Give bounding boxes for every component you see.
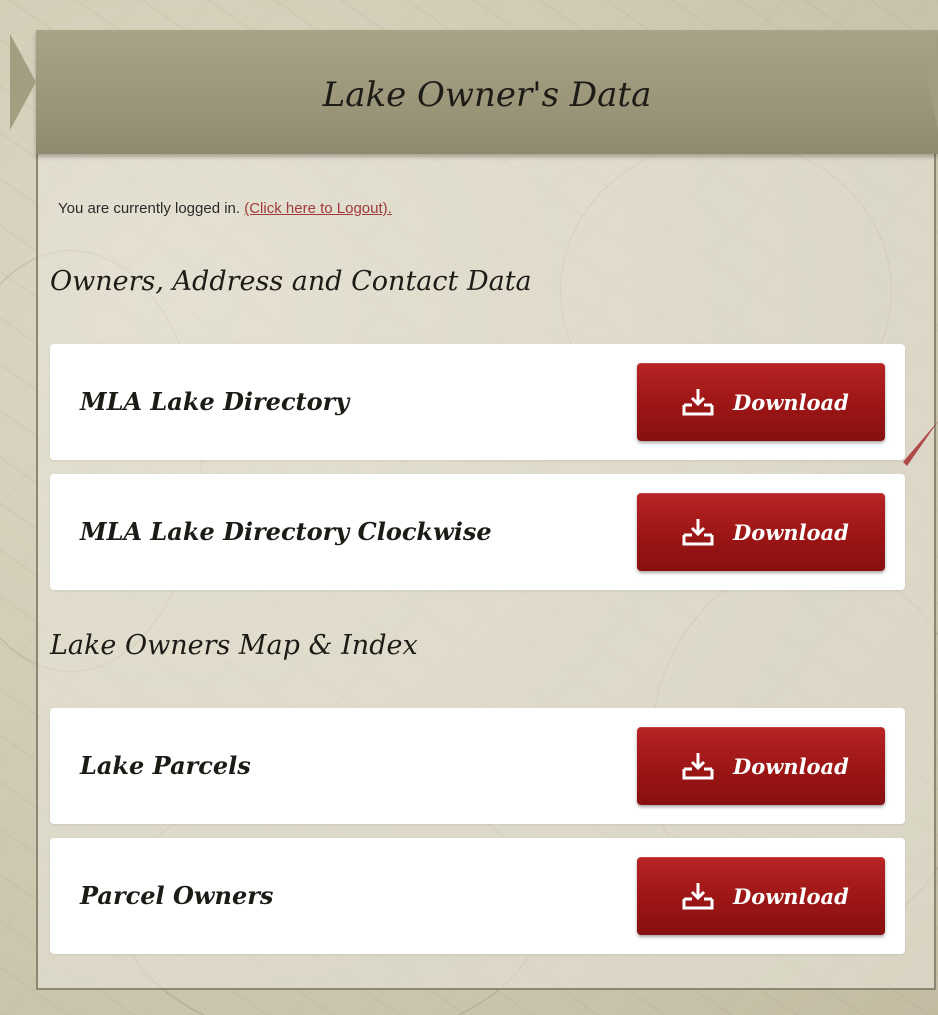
item-label: Lake Parcels [80,751,251,780]
page-title: Lake Owner's Data [322,75,652,115]
download-button[interactable]: Download [637,493,885,571]
item-label: MLA Lake Directory [80,387,350,416]
download-label: Download [733,754,849,779]
item-label: Parcel Owners [80,881,274,910]
download-button[interactable]: Download [637,727,885,805]
list-item: Lake Parcels Download [50,708,905,824]
download-icon [682,883,714,910]
download-icon [682,389,714,416]
pointer-arrow-icon [903,421,938,466]
list-item: MLA Lake Directory Clockwise Download [50,474,905,590]
section-heading-owners-contact: Owners, Address and Contact Data [50,266,532,297]
download-icon [682,753,714,780]
login-status-text: You are currently logged in. [58,200,245,217]
section-heading-map-index: Lake Owners Map & Index [50,630,418,661]
download-label: Download [733,390,849,415]
download-icon [682,519,714,546]
login-status: You are currently logged in. (Click here… [58,200,392,217]
download-label: Download [733,520,849,545]
logout-link[interactable]: (Click here to Logout). [244,200,392,217]
download-button[interactable]: Download [637,857,885,935]
list-item: MLA Lake Directory Download [50,344,905,460]
banner-ribbon-left [10,34,36,130]
download-button[interactable]: Download [637,363,885,441]
list-item: Parcel Owners Download [50,838,905,954]
item-label: MLA Lake Directory Clockwise [80,517,492,546]
download-label: Download [733,884,849,909]
